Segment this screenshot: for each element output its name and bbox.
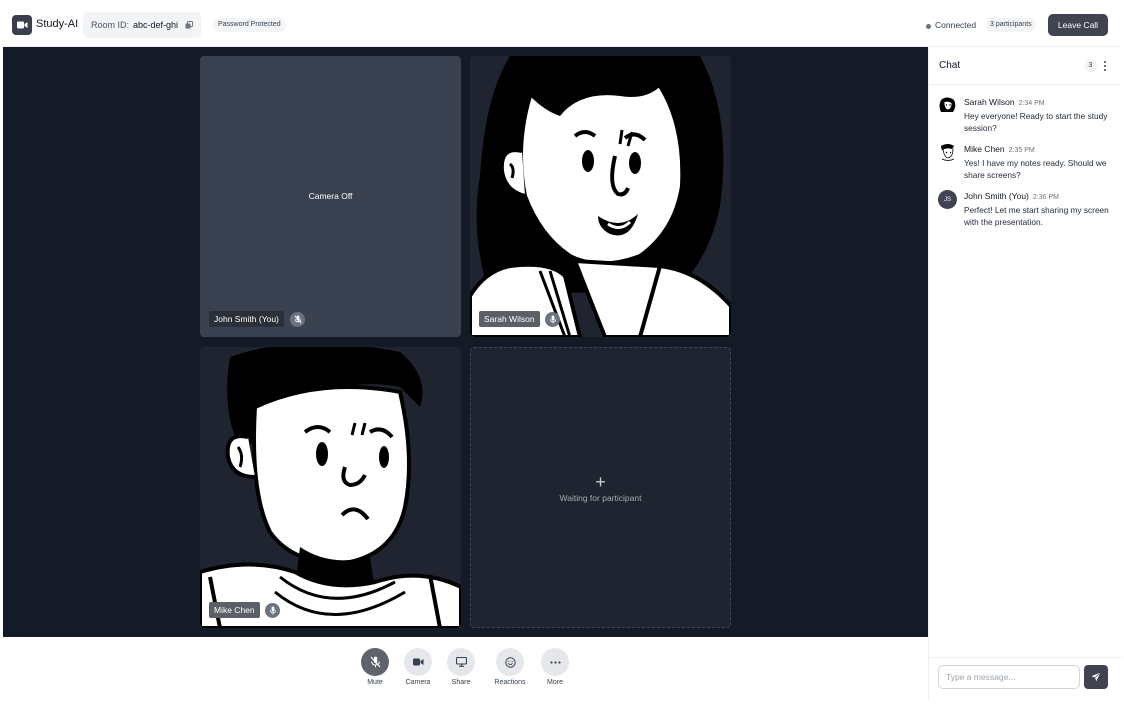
message-input[interactable] bbox=[938, 665, 1080, 689]
sarah-wilson-avatar-illustration bbox=[470, 56, 731, 337]
message-author: John Smith (You) bbox=[964, 191, 1029, 201]
message-text: Perfect! Let me start sharing my screen … bbox=[964, 205, 1109, 227]
chat-header: Chat 3 bbox=[929, 47, 1121, 85]
mic-icon bbox=[545, 312, 560, 327]
camera-off-text: Camera Off bbox=[308, 191, 353, 201]
chat-message: Mike Chen 2:35 PM Yes! I have my notes re… bbox=[938, 143, 1116, 183]
smile-icon[interactable] bbox=[496, 648, 524, 676]
waiting-placeholder: + Waiting for participant bbox=[471, 473, 730, 503]
avatar: JS bbox=[938, 190, 957, 209]
top-bar: Study-AI Room ID: abc-def-ghi Password P… bbox=[3, 3, 1121, 47]
participants-badge: 3 participants bbox=[986, 18, 1036, 32]
chat-count-badge: 3 bbox=[1084, 59, 1097, 72]
ellipsis-icon[interactable] bbox=[541, 648, 569, 676]
chat-message: JS John Smith (You) 2:36 PM Perfect! Let … bbox=[938, 190, 1116, 230]
message-time: 2:36 PM bbox=[1032, 194, 1059, 201]
message-text: Yes! I have my notes ready. Should we sh… bbox=[964, 158, 1107, 180]
waiting-text: Waiting for participant bbox=[559, 493, 642, 503]
kebab-menu-icon[interactable] bbox=[1101, 59, 1109, 73]
chat-panel: Chat 3 Sarah Wilson 2:34 PM Hey everyone!… bbox=[928, 47, 1122, 699]
monitor-icon[interactable] bbox=[447, 648, 475, 676]
reactions-label: Reactions bbox=[494, 679, 526, 686]
more-label: More bbox=[547, 679, 563, 686]
more-button[interactable]: More bbox=[540, 648, 570, 686]
call-controls-bar: Mute Camera Share Reactions More bbox=[3, 637, 928, 699]
room-id-label: Room ID: bbox=[91, 20, 130, 30]
video-stage: Camera Off John Smith (You) Sarah Wilson… bbox=[3, 47, 928, 637]
room-id-pill: Room ID: abc-def-ghi bbox=[83, 12, 201, 38]
message-author: Sarah Wilson bbox=[964, 97, 1015, 107]
avatar bbox=[938, 143, 957, 162]
mic-off-icon[interactable] bbox=[361, 648, 389, 676]
plus-icon: + bbox=[595, 472, 606, 492]
send-icon bbox=[1091, 672, 1101, 682]
mute-button[interactable]: Mute bbox=[360, 648, 390, 686]
chat-message: Sarah Wilson 2:34 PM Hey everyone! Ready … bbox=[938, 96, 1116, 136]
mic-off-icon bbox=[290, 312, 305, 327]
share-label: Share bbox=[451, 679, 471, 686]
video-tile-mike-chen[interactable]: Mike Chen bbox=[200, 347, 461, 628]
mike-chen-avatar-illustration bbox=[200, 347, 461, 628]
password-protected-badge: Password Protected bbox=[213, 18, 286, 32]
connection-status: Connected bbox=[935, 20, 977, 30]
message-time: 2:34 PM bbox=[1018, 100, 1045, 107]
copy-icon[interactable] bbox=[185, 21, 193, 29]
camera-icon[interactable] bbox=[404, 648, 432, 676]
chat-title: Chat bbox=[939, 60, 961, 71]
reactions-button[interactable]: Reactions bbox=[494, 648, 526, 686]
leave-call-button[interactable]: Leave Call bbox=[1048, 14, 1108, 36]
camera-button[interactable]: Camera bbox=[403, 648, 433, 686]
participant-name-tag: Mike Chen bbox=[209, 602, 260, 618]
video-tile-sarah-wilson[interactable]: Sarah Wilson bbox=[470, 56, 731, 337]
participant-name-tag: Sarah Wilson bbox=[479, 311, 540, 327]
chat-composer bbox=[929, 657, 1122, 699]
message-author: Mike Chen bbox=[964, 144, 1005, 154]
mic-icon bbox=[265, 603, 280, 618]
video-tile-waiting: + Waiting for participant bbox=[470, 347, 731, 628]
send-button[interactable] bbox=[1084, 665, 1108, 689]
avatar bbox=[938, 96, 957, 115]
participant-name-tag: John Smith (You) bbox=[209, 311, 284, 327]
share-button[interactable]: Share bbox=[446, 648, 476, 686]
video-camera-logo-icon bbox=[12, 15, 32, 35]
message-time: 2:35 PM bbox=[1008, 147, 1035, 154]
connection-status-dot bbox=[926, 24, 931, 29]
video-tile-john-smith[interactable]: Camera Off John Smith (You) bbox=[200, 56, 461, 337]
app-name: Study-AI bbox=[36, 18, 79, 30]
room-id-value: abc-def-ghi bbox=[133, 20, 179, 30]
message-text: Hey everyone! Ready to start the study s… bbox=[964, 111, 1108, 133]
